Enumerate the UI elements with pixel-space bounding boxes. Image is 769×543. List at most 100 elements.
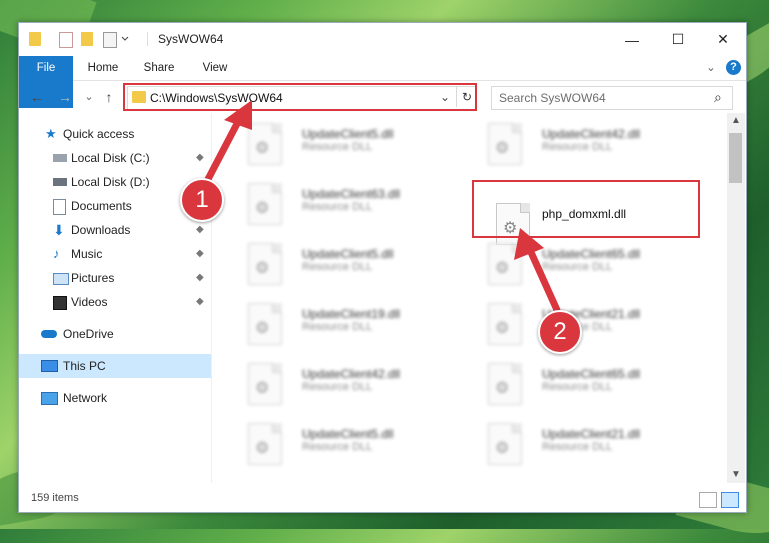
customize-toolbar-icon[interactable] bbox=[121, 32, 129, 46]
file-name: UpdateClient19.dll bbox=[302, 307, 401, 321]
sidebar-item-local-disk-c[interactable]: Local Disk (C:) ◆ bbox=[19, 146, 211, 170]
file-description: Resource DLL bbox=[302, 261, 373, 273]
file-item[interactable]: ⚙ UpdateClient65.dll Resource DLL bbox=[470, 239, 700, 291]
sidebar-item-label: OneDrive bbox=[63, 327, 114, 341]
file-description: Resource DLL bbox=[302, 141, 373, 153]
separator bbox=[147, 32, 148, 46]
sidebar-item-network[interactable]: Network bbox=[19, 386, 211, 410]
drive-icon bbox=[53, 178, 67, 186]
sidebar-item-label: This PC bbox=[63, 359, 106, 373]
sidebar-item-label: Pictures bbox=[71, 271, 115, 285]
gear-icon: ⚙ bbox=[255, 200, 270, 217]
file-name: UpdateClient5.dll bbox=[302, 247, 394, 261]
gear-icon: ⚙ bbox=[255, 260, 270, 277]
dll-file-icon: ⚙ bbox=[248, 123, 282, 165]
new-folder-icon[interactable] bbox=[81, 32, 93, 46]
step-2-badge: 2 bbox=[538, 310, 582, 354]
sidebar-item-downloads[interactable]: ⬇ Downloads ◆ bbox=[19, 218, 211, 242]
pin-icon: ◆ bbox=[196, 248, 204, 259]
file-name: UpdateClient65.dll bbox=[542, 367, 641, 381]
pin-icon: ◆ bbox=[196, 272, 204, 283]
sidebar-item-label: Network bbox=[63, 391, 108, 405]
navigation-pane: ★ Quick access Local Disk (C:) ◆ Local D… bbox=[19, 113, 212, 483]
recent-locations-button[interactable]: ⌄ bbox=[81, 89, 97, 105]
pictures-icon bbox=[53, 273, 69, 285]
sidebar-item-quick-access[interactable]: ★ Quick access bbox=[19, 122, 211, 146]
sidebar-item-label: Quick access bbox=[63, 127, 135, 141]
item-count: 159 items bbox=[31, 492, 79, 504]
close-button[interactable]: ✕ bbox=[700, 23, 746, 56]
gear-icon: ⚙ bbox=[255, 140, 270, 157]
downloads-icon: ⬇ bbox=[53, 222, 65, 238]
file-item[interactable]: ⚙ UpdateClient21.dll Resource DLL bbox=[470, 299, 700, 351]
file-name: UpdateClient5.dll bbox=[302, 127, 394, 141]
address-bar-highlight bbox=[123, 83, 477, 111]
sidebar-item-label: Downloads bbox=[71, 223, 131, 237]
ribbon: File Home Share View ⌄ ? bbox=[19, 56, 746, 108]
sidebar-item-label: Music bbox=[71, 247, 103, 261]
sidebar-item-label: Local Disk (D:) bbox=[71, 175, 150, 189]
ribbon-expand-button[interactable]: ⌄ bbox=[703, 56, 719, 80]
file-item[interactable]: ⚙ UpdateClient65.dll Resource DLL bbox=[470, 359, 700, 411]
scroll-down-arrow-icon[interactable]: ▼ bbox=[731, 469, 741, 480]
dll-file-icon: ⚙ bbox=[488, 243, 522, 285]
scroll-up-arrow-icon[interactable]: ▲ bbox=[731, 115, 741, 126]
sidebar-item-this-pc[interactable]: This PC bbox=[19, 354, 211, 378]
step-1-badge: 1 bbox=[180, 178, 224, 222]
minimize-button[interactable]: — bbox=[609, 23, 655, 56]
dll-file-icon: ⚙ bbox=[248, 363, 282, 405]
quick-access-toolbar-icon[interactable] bbox=[103, 32, 117, 48]
gear-icon: ⚙ bbox=[495, 140, 510, 157]
dll-file-highlight bbox=[472, 180, 700, 238]
forward-button[interactable]: → bbox=[57, 89, 73, 105]
search-icon[interactable]: ⌕ bbox=[714, 89, 722, 106]
dll-file-icon: ⚙ bbox=[248, 423, 282, 465]
star-icon: ★ bbox=[45, 126, 57, 141]
dll-file-icon: ⚙ bbox=[248, 243, 282, 285]
scrollbar-thumb[interactable] bbox=[729, 133, 742, 183]
dll-file-icon: ⚙ bbox=[488, 423, 522, 465]
sidebar-item-pictures[interactable]: Pictures ◆ bbox=[19, 266, 211, 290]
sidebar-item-music[interactable]: ♪ Music ◆ bbox=[19, 242, 211, 266]
large-icons-view-icon[interactable] bbox=[721, 492, 739, 508]
file-name: UpdateClient5.dll bbox=[302, 427, 394, 441]
search-box[interactable]: Search SysWOW64 ⌕ bbox=[491, 86, 733, 110]
file-name: UpdateClient42.dll bbox=[302, 367, 401, 381]
gear-icon: ⚙ bbox=[495, 440, 510, 457]
status-bar: 159 items bbox=[19, 486, 746, 512]
file-item[interactable]: ⚙ UpdateClient42.dll Resource DLL bbox=[230, 359, 460, 411]
properties-icon[interactable] bbox=[59, 32, 73, 48]
file-item[interactable]: ⚙ UpdateClient5.dll Resource DLL bbox=[230, 419, 460, 471]
tab-share[interactable]: Share bbox=[135, 56, 183, 80]
dll-file-icon: ⚙ bbox=[488, 303, 522, 345]
file-description: Resource DLL bbox=[542, 141, 613, 153]
back-button[interactable]: ← bbox=[29, 89, 45, 105]
pin-icon: ◆ bbox=[196, 152, 204, 163]
sidebar-item-onedrive[interactable]: OneDrive bbox=[19, 322, 211, 346]
file-item[interactable]: ⚙ UpdateClient21.dll Resource DLL bbox=[470, 419, 700, 471]
vertical-scrollbar[interactable]: ▲ ▼ bbox=[727, 113, 745, 483]
file-item[interactable]: ⚙ UpdateClient63.dll Resource DLL bbox=[230, 179, 460, 231]
file-item[interactable]: ⚙ UpdateClient5.dll Resource DLL bbox=[230, 119, 460, 171]
sidebar-item-label: Local Disk (C:) bbox=[71, 151, 150, 165]
file-item[interactable]: ⚙ UpdateClient19.dll Resource DLL bbox=[230, 299, 460, 351]
tab-view[interactable]: View bbox=[191, 56, 239, 80]
help-icon[interactable]: ? bbox=[726, 60, 741, 75]
tab-home[interactable]: Home bbox=[79, 56, 127, 80]
file-description: Resource DLL bbox=[302, 441, 373, 453]
sidebar-item-videos[interactable]: Videos ◆ bbox=[19, 290, 211, 314]
file-description: Resource DLL bbox=[542, 261, 613, 273]
gear-icon: ⚙ bbox=[255, 320, 270, 337]
up-button[interactable]: ↑ bbox=[101, 89, 117, 105]
details-view-icon[interactable] bbox=[699, 492, 717, 508]
search-input[interactable]: Search SysWOW64 bbox=[499, 91, 606, 105]
file-item[interactable]: ⚙ UpdateClient42.dll Resource DLL bbox=[470, 119, 700, 171]
file-item[interactable]: ⚙ UpdateClient5.dll Resource DLL bbox=[230, 239, 460, 291]
dll-file-icon: ⚙ bbox=[248, 183, 282, 225]
dll-file-icon: ⚙ bbox=[488, 123, 522, 165]
file-description: Resource DLL bbox=[302, 321, 373, 333]
cloud-icon bbox=[41, 330, 57, 338]
maximize-button[interactable]: ☐ bbox=[655, 23, 701, 56]
file-name: UpdateClient63.dll bbox=[302, 187, 401, 201]
file-list: ⚙ UpdateClient5.dll Resource DLL ⚙ Updat… bbox=[212, 113, 726, 483]
